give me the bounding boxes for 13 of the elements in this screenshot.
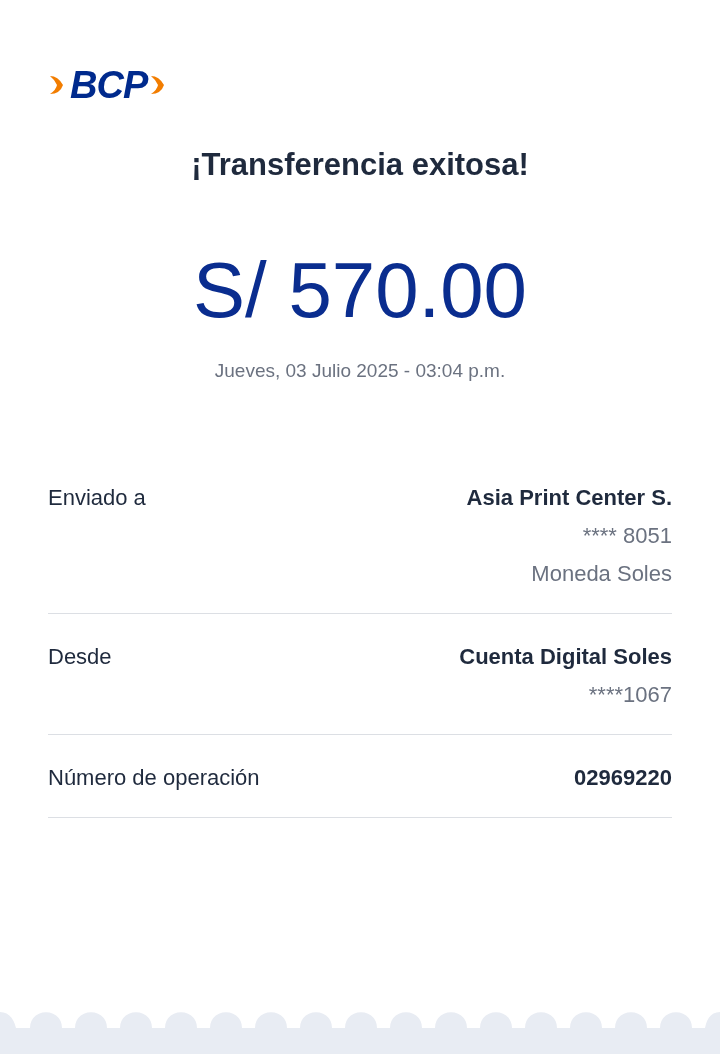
detail-label: Desde (48, 643, 112, 671)
detail-subvalue: **** 8051 (582, 522, 672, 550)
detail-subvalue: ****1067 (588, 681, 672, 709)
title: ¡Transferencia exitosa! (190, 146, 530, 184)
amount: S/ 570.00 (192, 250, 528, 329)
detail-label: Número de operación (48, 764, 260, 792)
detail-value: 02969220 (574, 764, 672, 792)
detail-value: Asia Print Center S. (466, 484, 672, 512)
date-time: Jueves, 03 Julio 2025 - 03:04 p.m. (213, 358, 507, 383)
detail-subvalue: Moneda Soles (531, 560, 672, 588)
detail-value: Cuenta Digital Soles (459, 643, 672, 671)
logo: BCP (70, 66, 148, 104)
detail-label: Enviado a (48, 484, 146, 512)
